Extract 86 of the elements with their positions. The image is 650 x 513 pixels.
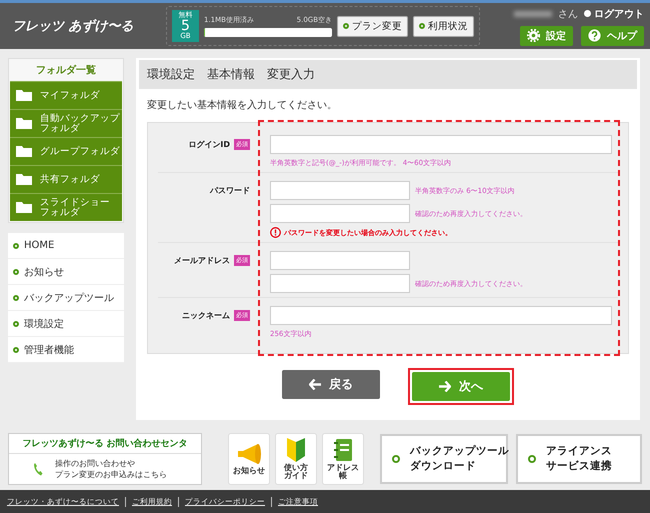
bullet-icon [343, 23, 349, 29]
input-field[interactable] [270, 135, 612, 154]
bullet-icon [528, 455, 536, 463]
field-label: パスワード [210, 185, 250, 196]
bullet-icon [13, 242, 19, 248]
logout-link[interactable]: ログアウト [584, 6, 644, 20]
link-button-line: アライアンス [546, 444, 612, 459]
shortcut-button[interactable]: お知らせ [228, 433, 270, 485]
bullet-icon [419, 23, 425, 29]
folder-icon [16, 146, 32, 157]
bullet-icon [13, 294, 19, 300]
page-title: 環境設定 基本情報 変更入力 [139, 60, 637, 89]
notebook-icon [333, 438, 354, 462]
input-field[interactable] [270, 204, 410, 223]
input-field[interactable] [270, 181, 410, 200]
menu-item[interactable]: バックアップツール [8, 285, 124, 311]
logo[interactable]: フレッツ あずけ〜る [12, 17, 152, 35]
warning-icon [270, 227, 281, 238]
left-arrow-icon [309, 379, 321, 390]
folder-icon [16, 202, 32, 213]
input-field[interactable] [270, 306, 612, 325]
shortcut-label-line: ガイド [284, 472, 308, 480]
folder-label-line: グループフォルダ [40, 146, 120, 156]
folder-item[interactable]: マイフォルダ [10, 81, 122, 109]
folder-list-title: フォルダ一覧 [35, 64, 97, 78]
menu-item[interactable]: 管理者機能 [8, 337, 124, 363]
menu-label: バックアップツール [24, 292, 114, 304]
contact-title: フレッツあずけ〜る お問い合わせセンタ [9, 434, 202, 454]
folder-item[interactable]: スライドショー フォルダ [10, 193, 122, 221]
bullet-icon [13, 320, 19, 326]
folder-item[interactable]: グループフォルダ [10, 137, 122, 165]
contact-text-line: 操作のお問い合わせや [55, 458, 136, 469]
beginner-mark-icon [286, 438, 306, 462]
link-button-line: ダウンロード [410, 459, 478, 474]
folder-label-line: 共有フォルダ [40, 174, 100, 184]
bullet-icon [13, 346, 19, 352]
link-button[interactable]: バックアップツール ダウンロード [380, 434, 508, 484]
folder-icon [16, 118, 32, 129]
folder-label-line: フォルダ [40, 124, 81, 134]
menu-item[interactable]: 環境設定 [8, 311, 124, 337]
settings-button[interactable]: 設定 [520, 26, 573, 46]
menu-item[interactable]: お知らせ [8, 259, 124, 285]
contact-text-line: プラン変更のお申込みはこちら [55, 469, 167, 480]
help-button[interactable]: ヘルプ [581, 26, 644, 46]
menu-label: HOME [24, 240, 54, 251]
shortcut-button[interactable]: アドレス 帳 [322, 433, 364, 485]
folder-icon [16, 90, 32, 101]
folder-label-line: 自動バックアップ [40, 114, 120, 124]
menu-item[interactable]: HOME [8, 233, 124, 259]
input-field[interactable] [270, 251, 410, 270]
bullet-icon [13, 268, 19, 274]
link-button[interactable]: アライアンス サービス連携 [516, 434, 642, 484]
folder-item[interactable]: 共有フォルダ [10, 165, 122, 193]
menu-label: 管理者機能 [24, 344, 74, 356]
user-suffix: さん [558, 8, 578, 20]
link-button-line: バックアップツール [410, 444, 510, 459]
menu-label: お知らせ [24, 266, 64, 278]
right-arrow-icon [439, 381, 451, 392]
link-button-line: サービス連携 [546, 459, 612, 474]
phone-icon [33, 462, 43, 476]
plan-button[interactable]: プラン変更 [337, 16, 408, 36]
megaphone-icon [236, 442, 262, 465]
menu-label: 環境設定 [24, 318, 64, 330]
redacted-username [514, 10, 552, 16]
shortcut-label-line: 使い方 [284, 464, 308, 472]
gear-icon [527, 29, 540, 42]
question-mark-icon [588, 29, 601, 42]
intro-text: 変更したい基本情報を入力してください。 [147, 98, 338, 112]
shortcut-label-line: アドレス [327, 464, 360, 472]
plan-button[interactable]: 利用状況 [413, 16, 474, 36]
bullet-icon [392, 455, 400, 463]
shortcut-button[interactable]: 使い方 ガイド [275, 433, 318, 485]
folder-item[interactable]: 自動バックアップ フォルダ [10, 109, 122, 137]
back-button[interactable]: 戻る [282, 370, 380, 399]
contact-panel[interactable]: フレッツあずけ〜る お問い合わせセンタ 操作のお問い合わせや プラン変更のお申込みはこちら [8, 432, 202, 486]
field-label: ログインID [188, 139, 230, 150]
folder-label-line: スライドショー [40, 198, 110, 208]
shortcut-label-line: 帳 [339, 472, 348, 480]
field-label: ニックネーム [182, 310, 230, 321]
shortcut-label-line: お知らせ [233, 466, 266, 476]
input-field[interactable] [270, 274, 410, 293]
folder-label-line: マイフォルダ [40, 90, 100, 100]
field-label: メールアドレス [174, 255, 230, 266]
folder-icon [16, 174, 32, 185]
folder-label-line: フォルダ [40, 208, 81, 218]
badge-number: 5 [181, 19, 190, 33]
